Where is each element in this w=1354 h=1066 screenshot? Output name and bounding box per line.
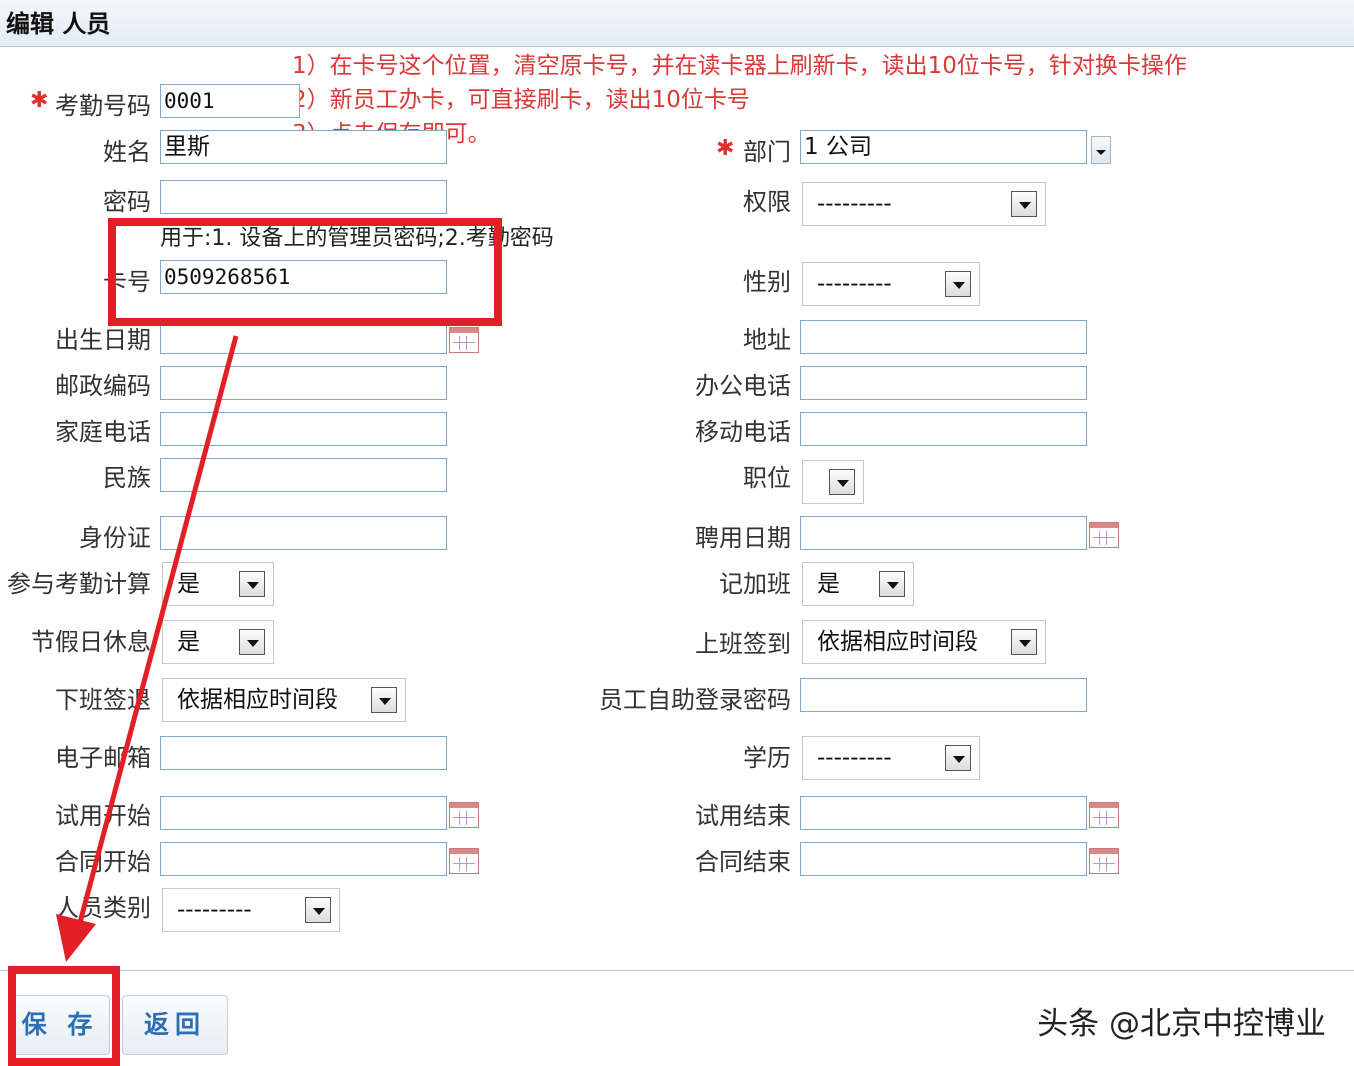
annotation-arrow [56, 335, 239, 962]
arrow-head [56, 914, 96, 962]
arrow-line [75, 335, 239, 931]
